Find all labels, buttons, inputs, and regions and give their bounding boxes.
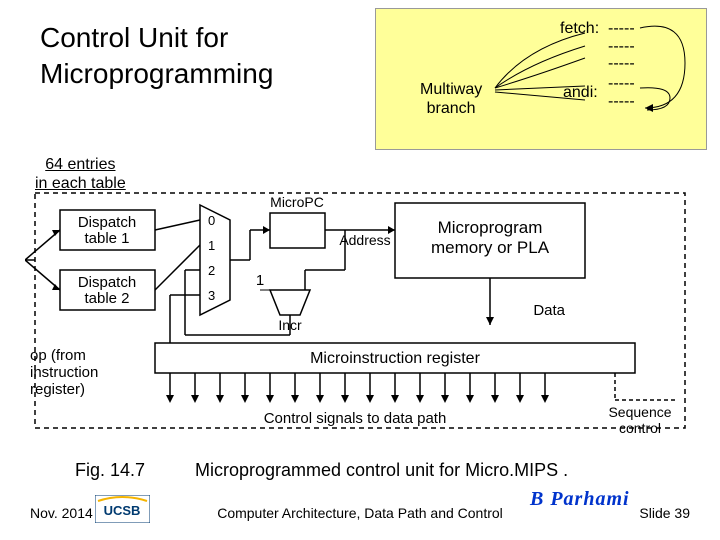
svg-text:Microinstruction register: Microinstruction register [310, 350, 481, 367]
andi-label: andi: [563, 84, 598, 102]
svg-text:memory or PLA: memory or PLA [431, 238, 550, 257]
svg-text:Control signals to data path: Control signals to data path [264, 410, 447, 427]
andi-states: ----- ----- [608, 75, 635, 110]
svg-text:3: 3 [208, 288, 215, 303]
svg-text:table 1: table 1 [84, 230, 129, 247]
svg-text:2: 2 [208, 263, 215, 278]
slide-number: Slide 39 [639, 505, 690, 521]
figure-caption: Microprogrammed control unit for Micro.M… [195, 460, 568, 481]
author-signature: B Parhami [530, 488, 630, 511]
fetch-states: ----- ----- ----- [608, 20, 635, 73]
dispatch-table-1: Dispatch [78, 214, 136, 231]
svg-text:Data: Data [533, 302, 565, 319]
control-unit-diagram: Dispatch table 1 Dispatch table 2 0 1 2 … [25, 185, 695, 445]
svg-text:control: control [619, 420, 661, 436]
svg-text:1: 1 [208, 238, 215, 253]
svg-text:register): register) [30, 381, 85, 398]
svg-text:1: 1 [256, 272, 264, 289]
fetch-label: fetch: [560, 20, 599, 38]
svg-text:0: 0 [208, 213, 215, 228]
figure-number: Fig. 14.7 [75, 460, 145, 481]
dispatch-table-2: Dispatch [78, 274, 136, 291]
svg-text:MicroPC: MicroPC [270, 194, 324, 210]
svg-text:Sequence: Sequence [608, 404, 671, 420]
multiway-branch-label: Multiwaybranch [420, 80, 482, 118]
svg-text:instruction: instruction [30, 364, 98, 381]
svg-text:op (from: op (from [30, 347, 86, 364]
svg-text:Address: Address [339, 232, 390, 248]
state-trace-box [375, 8, 707, 150]
slide-title: Control Unit forMicroprogramming [40, 20, 273, 93]
svg-text:Microprogram: Microprogram [438, 218, 543, 237]
svg-text:table 2: table 2 [84, 290, 129, 307]
